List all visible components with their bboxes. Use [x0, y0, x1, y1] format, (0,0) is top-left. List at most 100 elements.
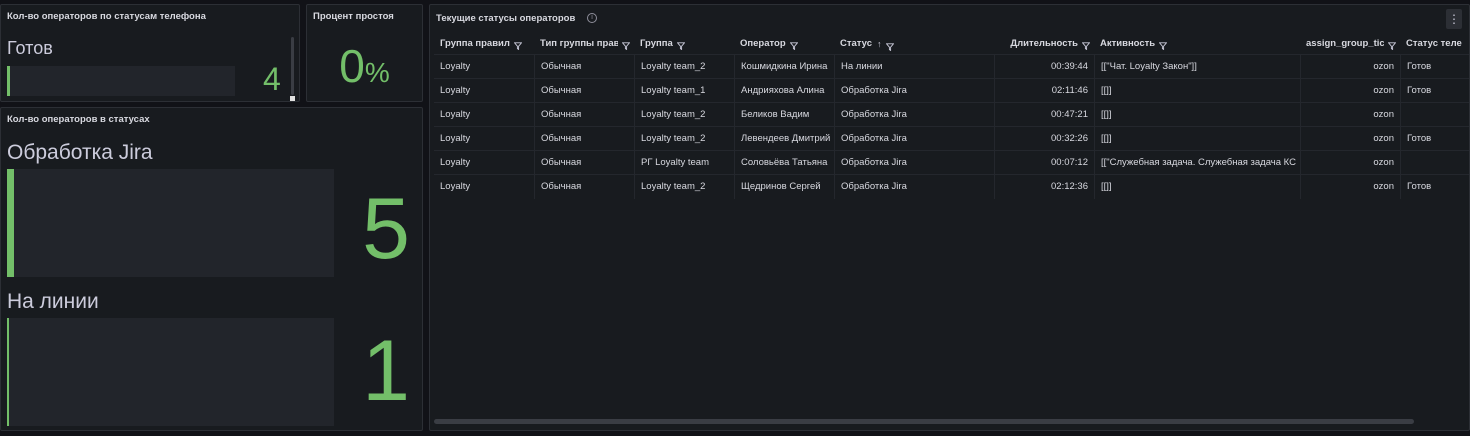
- stat-unit: %: [364, 57, 390, 88]
- table-cell-status: На линии: [834, 55, 994, 79]
- column-header-label: Длительность: [1010, 38, 1078, 49]
- filter-icon[interactable]: [789, 38, 799, 51]
- horizontal-scrollbar[interactable]: [434, 419, 1414, 424]
- table-cell-phone_status: [1400, 151, 1469, 175]
- table-cell-phone_status: Готов: [1400, 127, 1469, 151]
- table-cell-operator: Левендеев Дмитрий: [734, 127, 834, 151]
- table-cell-operator: Беликов Вадим: [734, 103, 834, 127]
- table-cell-phone_status: Готов: [1400, 175, 1469, 199]
- filter-icon[interactable]: [1081, 38, 1091, 51]
- resize-handle[interactable]: [290, 96, 295, 101]
- table-cell-operator: Щедринов Сергей: [734, 175, 834, 199]
- column-header-operator[interactable]: Оператор: [734, 34, 834, 54]
- table-cell-group_type: Обычная: [534, 151, 634, 175]
- stat-number: 0: [339, 40, 365, 92]
- filter-icon[interactable]: [621, 38, 631, 51]
- table-cell-operator: Соловьёва Татьяна: [734, 151, 834, 175]
- column-header-group[interactable]: Группа: [634, 34, 734, 54]
- table-row[interactable]: Loyalty Обычная РГ Loyalty team Соловьёва Т…: [434, 150, 1469, 175]
- panel-title[interactable]: Текущие статусы операторов: [436, 13, 575, 24]
- table-cell-rule_group: Loyalty: [440, 133, 471, 144]
- table-cell-group: Loyalty team_2: [634, 55, 734, 79]
- table-cell-status: Обработка Jira: [834, 127, 994, 151]
- table-cell-rule_group: Loyalty: [440, 157, 471, 168]
- filter-icon[interactable]: [1387, 38, 1397, 51]
- table-cell-phone_status: Готов: [1400, 55, 1469, 79]
- idle-percent-panel: Процент простоя 0%: [306, 4, 423, 102]
- sort-ascending-icon[interactable]: ↑: [877, 39, 882, 49]
- table-cell-group_type: Обычная: [534, 103, 634, 127]
- table-row[interactable]: Loyalty Обычная Loyalty team_2 Щедринов Сер…: [434, 174, 1469, 199]
- table-cell-duration: 00:07:12: [994, 151, 1094, 175]
- table-cell-group: Loyalty team_1: [634, 79, 734, 103]
- bar-gauge-fill: [7, 66, 10, 96]
- table-cell-group_type: Обычная: [534, 175, 634, 199]
- filter-icon[interactable]: [885, 39, 895, 52]
- column-header-label: Группа правил: [440, 38, 510, 49]
- table-cell-assign_group: ozon: [1300, 55, 1400, 79]
- table-cell-group_type: Обычная: [534, 55, 634, 79]
- stat-value: 0%: [307, 39, 422, 93]
- table-cell-rule_group: Loyalty: [440, 61, 471, 72]
- info-icon[interactable]: i: [587, 13, 597, 23]
- table-cell-duration: 00:39:44: [994, 55, 1094, 79]
- table-header: Группа правил Тип группы прав Группа Операт…: [434, 34, 1469, 54]
- table-cell-status: Обработка Jira: [834, 151, 994, 175]
- bar-gauge-track: [7, 169, 334, 277]
- column-header-label: Оператор: [740, 38, 786, 49]
- table-row[interactable]: Loyalty Обычная Loyalty team_2 Беликов Вади…: [434, 102, 1469, 127]
- table-cell-status: Обработка Jira: [834, 103, 994, 127]
- filter-icon[interactable]: [513, 38, 523, 51]
- table-cell-operator: Андрияхова Алина: [734, 79, 834, 103]
- table-cell-activity: [[]]: [1094, 103, 1300, 127]
- column-header-label: Тип группы прав: [540, 38, 618, 49]
- table-row[interactable]: Loyalty Обычная Loyalty team_1 Андрияхова А…: [434, 78, 1469, 103]
- table-cell-group_type: Обычная: [534, 127, 634, 151]
- table-cell-activity: [[]]: [1094, 127, 1300, 151]
- filter-icon[interactable]: [676, 38, 686, 51]
- bar-gauge-label: Обработка Jira: [7, 141, 153, 164]
- table-cell-rule_group: Loyalty: [440, 109, 471, 120]
- table-cell-status: Обработка Jira: [834, 79, 994, 103]
- panel-title[interactable]: Кол-во операторов по статусам телефона: [7, 11, 206, 22]
- table-cell-assign_group: ozon: [1300, 127, 1400, 151]
- table-cell-duration: 02:11:46: [994, 79, 1094, 103]
- panel-title[interactable]: Процент простоя: [313, 11, 394, 22]
- table-cell-activity: [[]]: [1094, 175, 1300, 199]
- column-header-group_type[interactable]: Тип группы прав: [534, 34, 634, 54]
- column-header-label: Группа: [640, 38, 673, 49]
- table-cell-phone_status: [1400, 103, 1469, 127]
- panel-title[interactable]: Кол-во операторов в статусах: [7, 114, 150, 125]
- table-cell-group_type: Обычная: [534, 79, 634, 103]
- table-cell-assign_group: ozon: [1300, 103, 1400, 127]
- table-cell-duration: 02:12:36: [994, 175, 1094, 199]
- table-cell-assign_group: ozon: [1300, 79, 1400, 103]
- operator-current-status-table-panel: Текущие статусы операторов i ⋮ Группа пр…: [429, 4, 1470, 431]
- table-cell-rule_group: Loyalty: [440, 181, 471, 192]
- column-header-duration[interactable]: Длительность: [994, 34, 1094, 54]
- table-cell-group: Loyalty team_2: [634, 175, 734, 199]
- column-header-assign_group[interactable]: assign_group_ticl: [1300, 34, 1400, 54]
- column-header-status[interactable]: Статус ↑: [834, 34, 994, 54]
- table-cell-activity: [["Служебная задача. Служебная задача КС: [1094, 151, 1300, 175]
- vertical-scrollbar[interactable]: [291, 37, 294, 95]
- column-header-rule_group[interactable]: Группа правил: [434, 34, 534, 54]
- table-cell-duration: 00:32:26: [994, 127, 1094, 151]
- column-header-activity[interactable]: Активность: [1094, 34, 1300, 54]
- table-cell-activity: [[]]: [1094, 79, 1300, 103]
- bar-gauge-value: 1: [362, 323, 410, 419]
- table-cell-activity: [["Чат. Loyalty Закон"]]: [1094, 55, 1300, 79]
- table-cell-status: Обработка Jira: [834, 175, 994, 199]
- operator-status-count-panel: Кол-во операторов в статусах Обработка J…: [0, 107, 423, 431]
- table-row[interactable]: Loyalty Обычная Loyalty team_2 Левендеев Дм…: [434, 126, 1469, 151]
- column-header-label: Статус теле: [1406, 38, 1462, 49]
- bar-gauge-value: 5: [362, 181, 410, 277]
- table-cell-operator: Кошмидкина Ирина: [734, 55, 834, 79]
- table-cell-group: Loyalty team_2: [634, 103, 734, 127]
- filter-icon[interactable]: [1158, 38, 1168, 51]
- table-row[interactable]: Loyalty Обычная Loyalty team_2 Кошмидкина И…: [434, 54, 1469, 79]
- panel-menu-button[interactable]: ⋮: [1446, 9, 1462, 29]
- column-header-phone_status[interactable]: Статус теле: [1400, 34, 1469, 54]
- table-cell-assign_group: ozon: [1300, 175, 1400, 199]
- bar-gauge-label: На линии: [7, 290, 99, 313]
